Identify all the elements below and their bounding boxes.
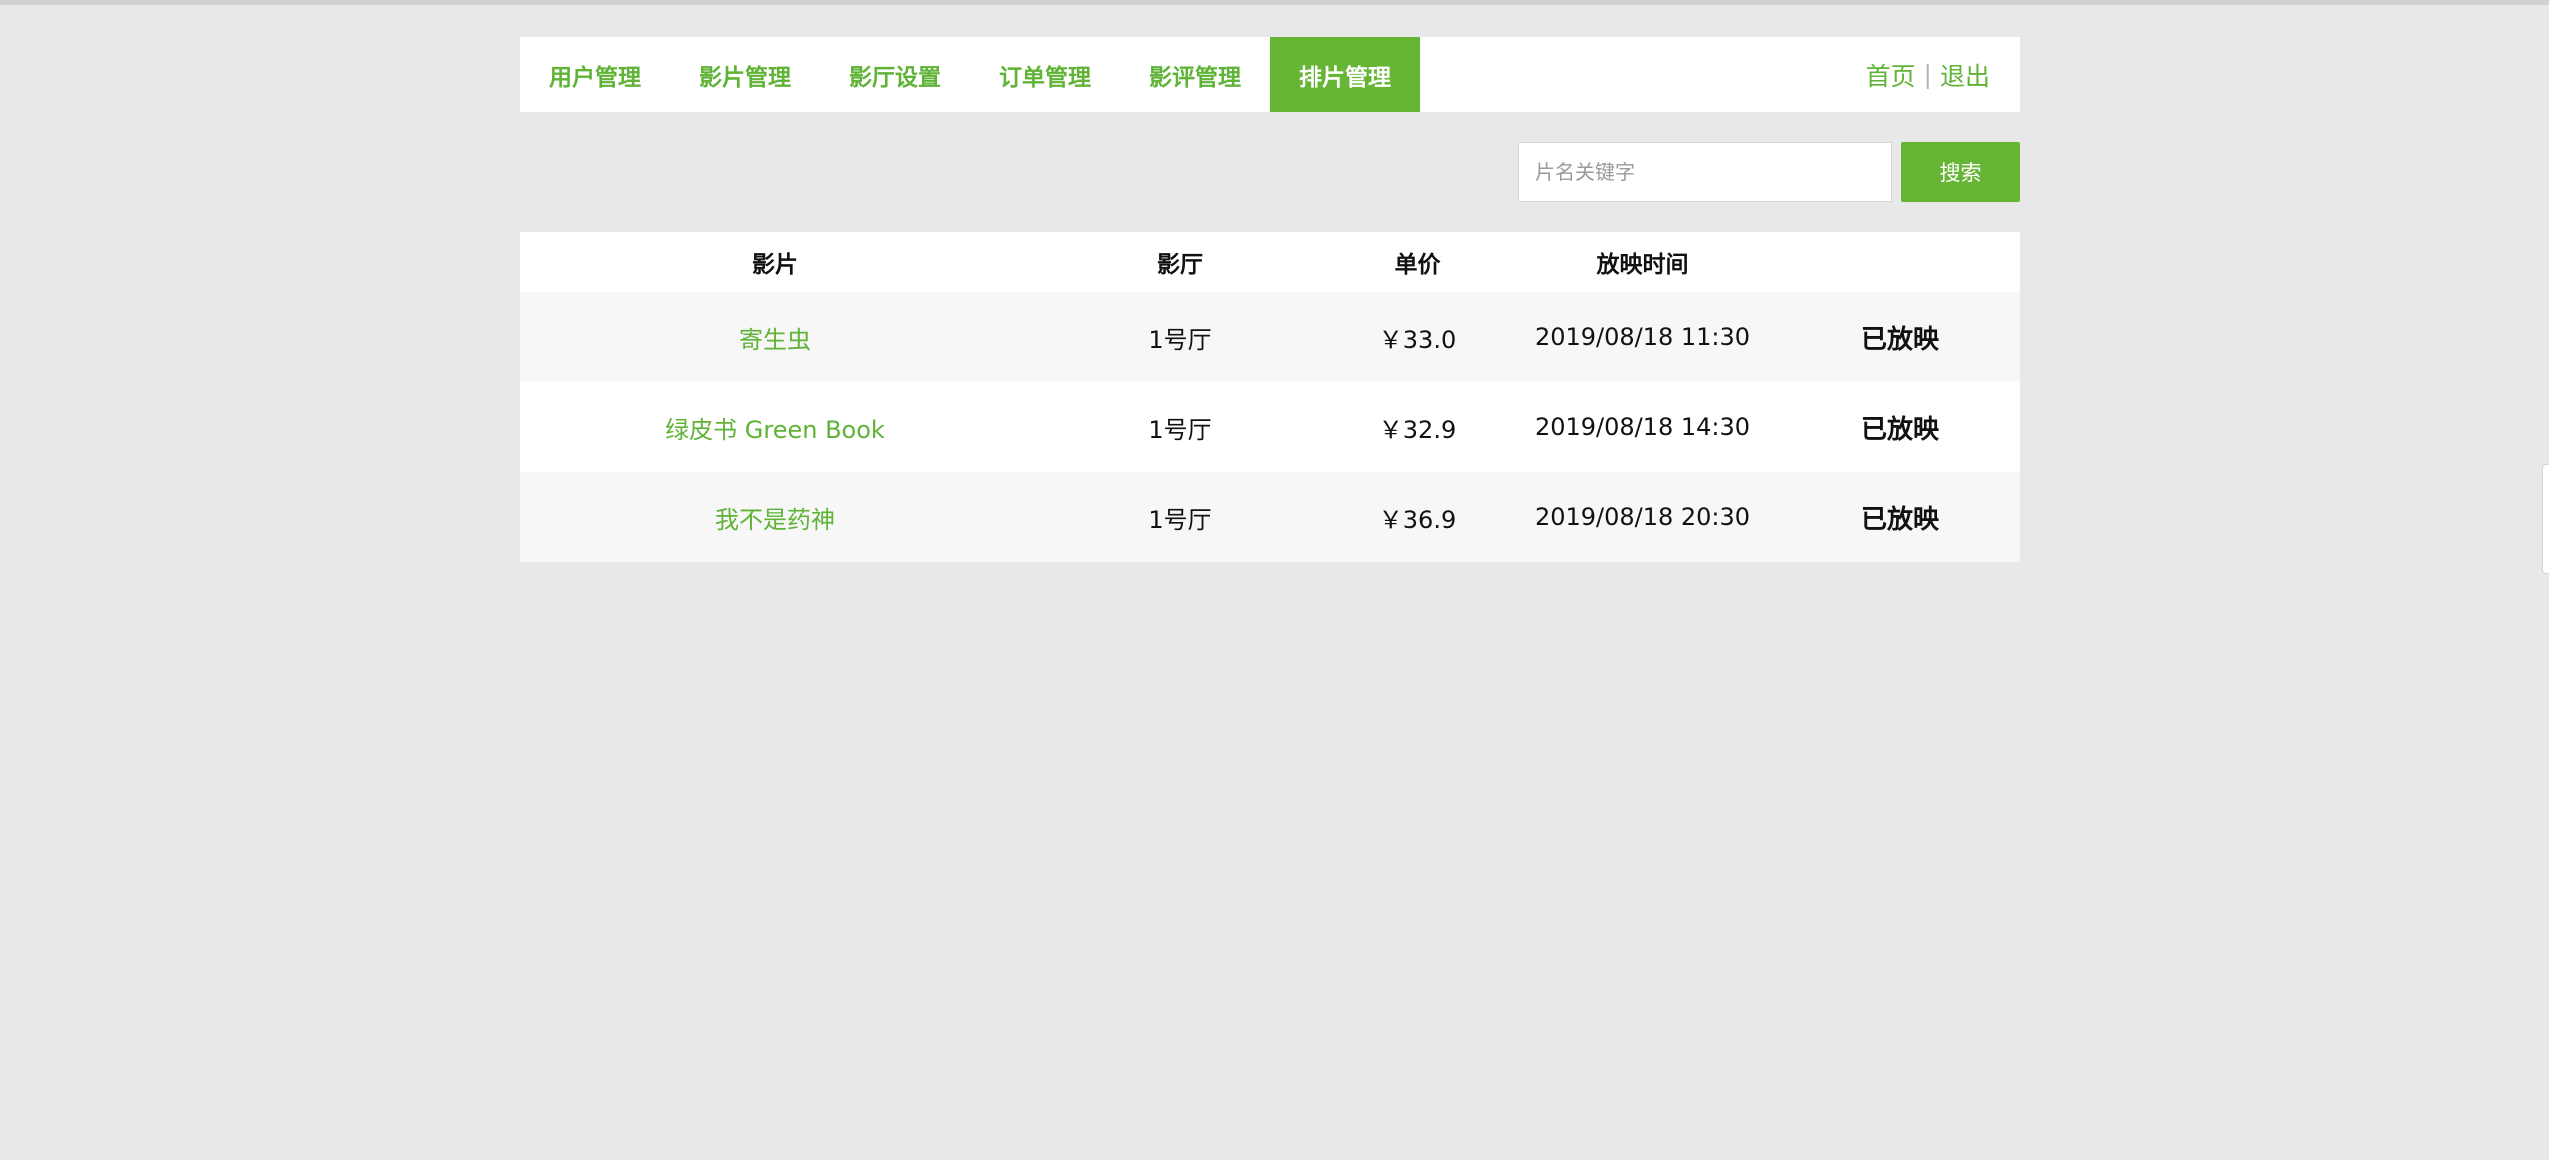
tab-schedule-management[interactable]: 排片管理 xyxy=(1270,37,1420,112)
logout-link[interactable]: 退出 xyxy=(1940,57,1990,93)
time-cell: 2019/08/18 11:30 xyxy=(1534,323,1751,351)
main-container: 用户管理 影片管理 影厅设置 订单管理 影评管理 排片管理 首页 | 退出 搜索… xyxy=(520,37,2020,562)
search-input[interactable] xyxy=(1518,142,1892,202)
status-cell: 已放映 xyxy=(1860,324,1939,355)
tab-user-management[interactable]: 用户管理 xyxy=(520,37,670,112)
top-nav: 用户管理 影片管理 影厅设置 订单管理 影评管理 排片管理 首页 | 退出 xyxy=(520,37,2020,112)
home-link[interactable]: 首页 xyxy=(1866,57,1916,93)
film-link[interactable]: 寄生虫 xyxy=(520,320,1030,355)
tab-order-management[interactable]: 订单管理 xyxy=(970,37,1120,112)
schedule-table: 影片 影厅 单价 放映时间 寄生虫 1号厅 ￥33.0 2019/08/18 1… xyxy=(520,232,2020,562)
nav-separator: | xyxy=(1923,60,1932,89)
time-cell: 2019/08/18 14:30 xyxy=(1534,413,1751,441)
price-cell: ￥32.9 xyxy=(1378,415,1457,444)
table-header: 影片 影厅 单价 放映时间 xyxy=(520,232,2020,292)
status-cell: 已放映 xyxy=(1860,414,1939,445)
film-link[interactable]: 我不是药神 xyxy=(520,500,1030,535)
search-bar: 搜索 xyxy=(520,142,2020,202)
time-cell: 2019/08/18 20:30 xyxy=(1534,503,1751,531)
status-cell: 已放映 xyxy=(1860,504,1939,535)
hall-cell: 1号厅 xyxy=(1148,415,1212,444)
table-row: 我不是药神 1号厅 ￥36.9 2019/08/18 20:30 已放映 xyxy=(520,472,2020,562)
search-button[interactable]: 搜索 xyxy=(1901,142,2020,202)
tab-hall-settings[interactable]: 影厅设置 xyxy=(820,37,970,112)
top-border xyxy=(0,0,2549,5)
side-scroll-tab[interactable] xyxy=(2542,464,2549,574)
nav-right-links: 首页 | 退出 xyxy=(1866,37,1990,112)
nav-tabs: 用户管理 影片管理 影厅设置 订单管理 影评管理 排片管理 xyxy=(520,37,1420,112)
film-link[interactable]: 绿皮书 Green Book xyxy=(520,410,1030,445)
column-header-price: 单价 xyxy=(1394,252,1441,278)
column-header-hall: 影厅 xyxy=(1157,252,1203,278)
price-cell: ￥33.0 xyxy=(1378,325,1457,354)
table-row: 寄生虫 1号厅 ￥33.0 2019/08/18 11:30 已放映 xyxy=(520,292,2020,382)
tab-review-management[interactable]: 影评管理 xyxy=(1120,37,1270,112)
tab-film-management[interactable]: 影片管理 xyxy=(670,37,820,112)
column-header-time: 放映时间 xyxy=(1596,252,1689,278)
column-header-film: 影片 xyxy=(752,252,798,278)
hall-cell: 1号厅 xyxy=(1148,325,1212,354)
hall-cell: 1号厅 xyxy=(1148,505,1212,534)
price-cell: ￥36.9 xyxy=(1378,505,1457,534)
table-row: 绿皮书 Green Book 1号厅 ￥32.9 2019/08/18 14:3… xyxy=(520,382,2020,472)
